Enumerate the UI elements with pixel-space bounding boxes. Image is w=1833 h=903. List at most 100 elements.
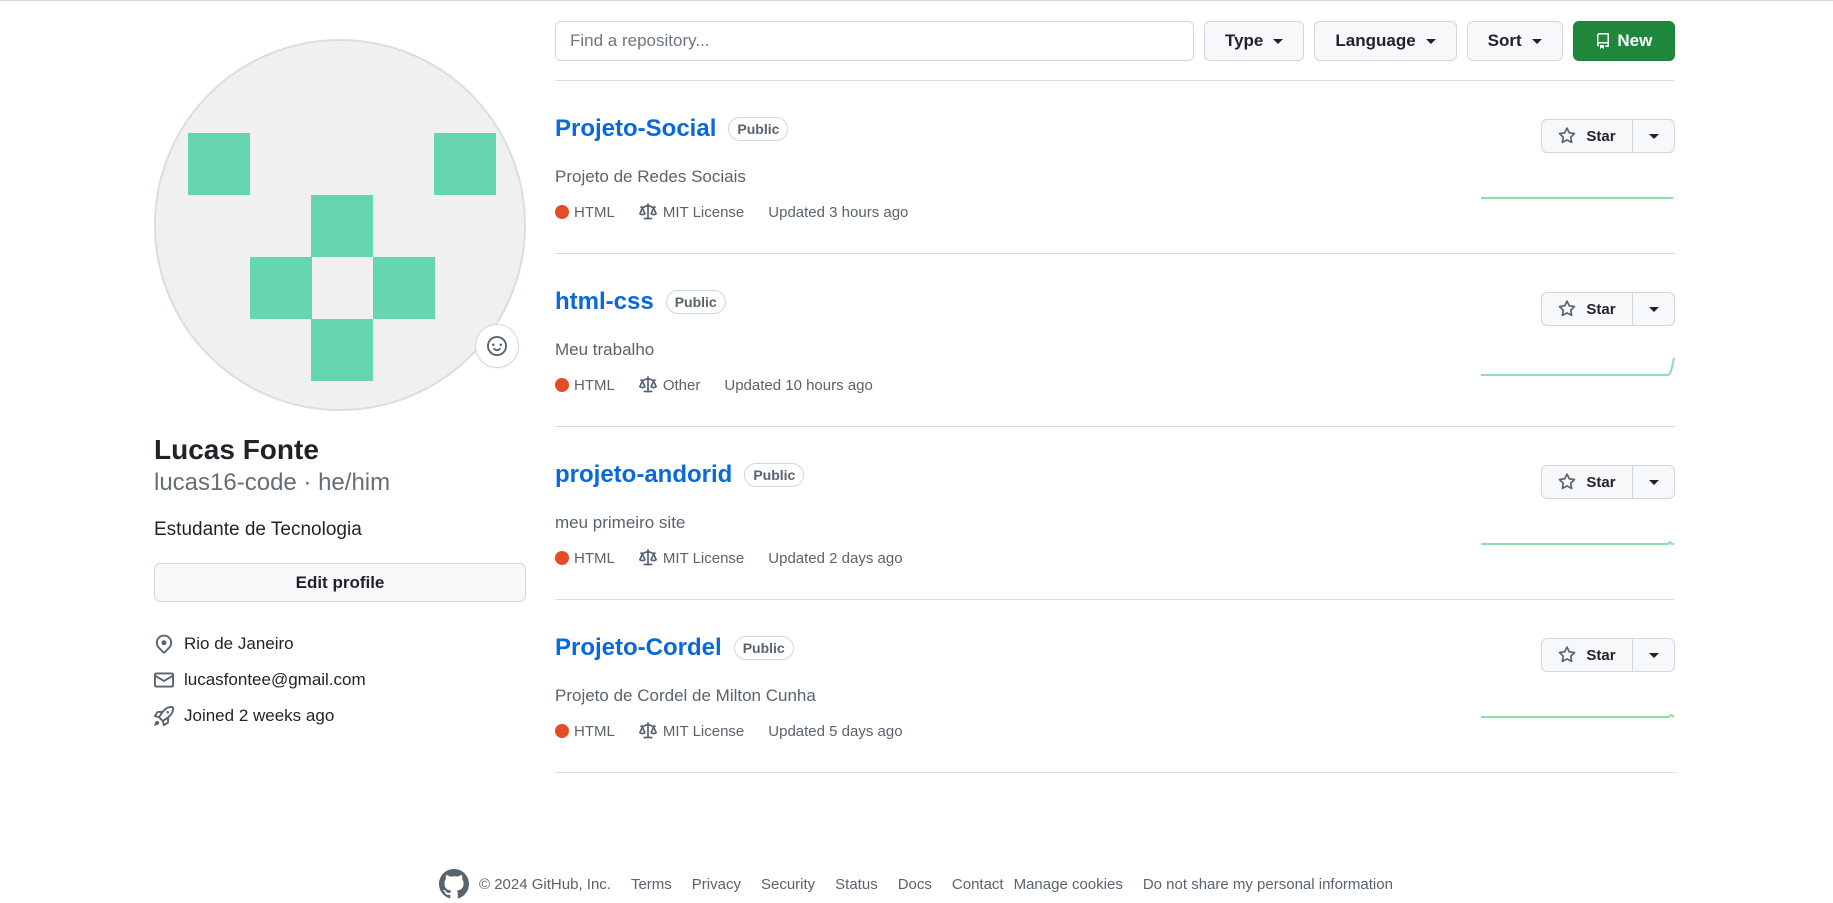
joined-item: Joined 2 weeks ago <box>154 698 526 734</box>
site-footer: © 2024 GitHub, Inc. Terms Privacy Securi… <box>439 869 1393 899</box>
repo-list: Projeto-Social Public Projeto de Redes S… <box>555 81 1675 773</box>
visibility-badge: Public <box>744 463 805 487</box>
profile-bio: Estudante de Tecnologia <box>154 519 362 540</box>
footer-copyright: © 2024 GitHub, Inc. <box>479 875 611 893</box>
star-button[interactable]: Star <box>1541 465 1633 499</box>
set-status-smiley-icon[interactable] <box>475 324 519 368</box>
location-pin-icon <box>155 634 173 654</box>
footer-link-manage-cookies[interactable]: Manage cookies <box>1014 876 1123 893</box>
footer-link-contact[interactable]: Contact <box>952 876 1004 893</box>
star-group: Star <box>1541 119 1675 153</box>
caret-down-icon <box>1531 38 1542 44</box>
repo-license[interactable]: MIT License <box>663 550 744 567</box>
star-list-dropdown[interactable] <box>1633 119 1675 153</box>
repo-meta: HTML MIT License Updated 5 days ago <box>555 722 927 740</box>
repo-meta: HTML MIT License Updated 2 days ago <box>555 549 927 567</box>
star-button[interactable]: Star <box>1541 638 1633 672</box>
repo-language: HTML <box>574 549 615 567</box>
repo-item: Projeto-Social Public Projeto de Redes S… <box>555 81 1675 254</box>
star-list-dropdown[interactable] <box>1633 292 1675 326</box>
repo-name-link[interactable]: projeto-andorid <box>555 461 732 489</box>
sort-dropdown[interactable]: Sort <box>1466 21 1563 61</box>
activity-sparkline <box>1481 713 1675 718</box>
activity-sparkline <box>1481 197 1673 199</box>
repo-updated: Updated 10 hours ago <box>724 376 873 394</box>
repo-item: Projeto-Cordel Public Projeto de Cordel … <box>555 600 1675 773</box>
repo-description: Meu trabalho <box>555 340 655 359</box>
repo-name-link[interactable]: html-css <box>555 288 654 316</box>
profile-sidebar: Lucas Fonte lucas16-code · he/him Estuda… <box>154 39 526 750</box>
star-label: Star <box>1586 646 1616 664</box>
star-list-dropdown[interactable] <box>1633 638 1675 672</box>
repo-meta: HTML MIT License Updated 3 hours ago <box>555 203 932 221</box>
repo-updated: Updated 2 days ago <box>768 549 903 567</box>
visibility-badge: Public <box>728 117 789 141</box>
repo-item: projeto-andorid Public meu primeiro site… <box>555 427 1675 600</box>
star-icon <box>1559 473 1576 490</box>
profile-name: Lucas Fonte <box>154 434 319 465</box>
law-icon <box>638 203 657 220</box>
activity-sparkline <box>1481 540 1674 545</box>
star-group: Star <box>1541 292 1675 326</box>
footer-link-docs[interactable]: Docs <box>898 876 932 893</box>
law-icon <box>638 549 657 566</box>
repo-license[interactable]: MIT License <box>663 723 744 740</box>
caret-down-icon <box>1648 652 1659 658</box>
star-button[interactable]: Star <box>1541 119 1633 153</box>
rocket-icon <box>154 706 174 726</box>
caret-down-icon <box>1648 479 1659 485</box>
profile-username: lucas16-code · he/him <box>154 469 391 496</box>
footer-link-status[interactable]: Status <box>835 876 878 893</box>
star-label: Star <box>1586 473 1616 491</box>
repo-icon <box>1597 33 1610 49</box>
avatar[interactable] <box>154 39 526 411</box>
star-button[interactable]: Star <box>1541 292 1633 326</box>
footer-link-terms[interactable]: Terms <box>631 876 672 893</box>
repo-toolbar: Type Language Sort New <box>555 21 1675 81</box>
language-color-dot <box>555 205 569 219</box>
visibility-badge: Public <box>665 290 726 314</box>
star-icon <box>1559 300 1576 317</box>
repo-meta: HTML Other Updated 10 hours ago <box>555 376 897 394</box>
star-label: Star <box>1586 300 1616 318</box>
repo-description: meu primeiro site <box>555 513 686 532</box>
star-group: Star <box>1541 638 1675 672</box>
github-logo-icon[interactable] <box>439 869 469 899</box>
language-color-dot <box>555 724 569 738</box>
repo-language: HTML <box>574 722 615 740</box>
repo-language: HTML <box>574 203 615 221</box>
language-color-dot <box>555 551 569 565</box>
repo-language: HTML <box>574 376 615 394</box>
repositories-panel: Type Language Sort New Projeto-Social Pu… <box>555 21 1675 773</box>
language-label: Language <box>1335 31 1416 50</box>
email-item: lucasfontee@gmail.com <box>154 662 526 698</box>
caret-down-icon <box>1648 133 1659 139</box>
law-icon <box>638 722 657 739</box>
repo-description: Projeto de Redes Sociais <box>555 167 746 186</box>
mail-icon <box>154 672 174 688</box>
repo-name-link[interactable]: Projeto-Social <box>555 115 716 143</box>
edit-profile-button[interactable]: Edit profile <box>154 563 526 602</box>
identicon <box>188 133 496 381</box>
language-color-dot <box>555 378 569 392</box>
joined-text: Joined 2 weeks ago <box>184 706 335 725</box>
language-dropdown[interactable]: Language <box>1314 21 1457 61</box>
caret-down-icon <box>1273 38 1284 44</box>
caret-down-icon <box>1648 306 1659 312</box>
search-input[interactable] <box>555 21 1194 61</box>
repo-license[interactable]: MIT License <box>663 204 744 221</box>
star-list-dropdown[interactable] <box>1633 465 1675 499</box>
star-icon <box>1559 646 1576 663</box>
new-repo-button[interactable]: New <box>1572 21 1675 61</box>
type-label: Type <box>1224 31 1264 50</box>
repo-name-link[interactable]: Projeto-Cordel <box>555 634 722 662</box>
type-dropdown[interactable]: Type <box>1203 21 1305 61</box>
footer-link-security[interactable]: Security <box>761 876 815 893</box>
sort-label: Sort <box>1487 31 1522 50</box>
repo-license[interactable]: Other <box>663 377 701 394</box>
footer-link-do-not-share[interactable]: Do not share my personal information <box>1143 876 1393 893</box>
law-icon <box>638 376 657 393</box>
footer-link-privacy[interactable]: Privacy <box>692 876 741 893</box>
repo-item: html-css Public Meu trabalho HTML Other … <box>555 254 1675 427</box>
email-link[interactable]: lucasfontee@gmail.com <box>184 670 366 690</box>
